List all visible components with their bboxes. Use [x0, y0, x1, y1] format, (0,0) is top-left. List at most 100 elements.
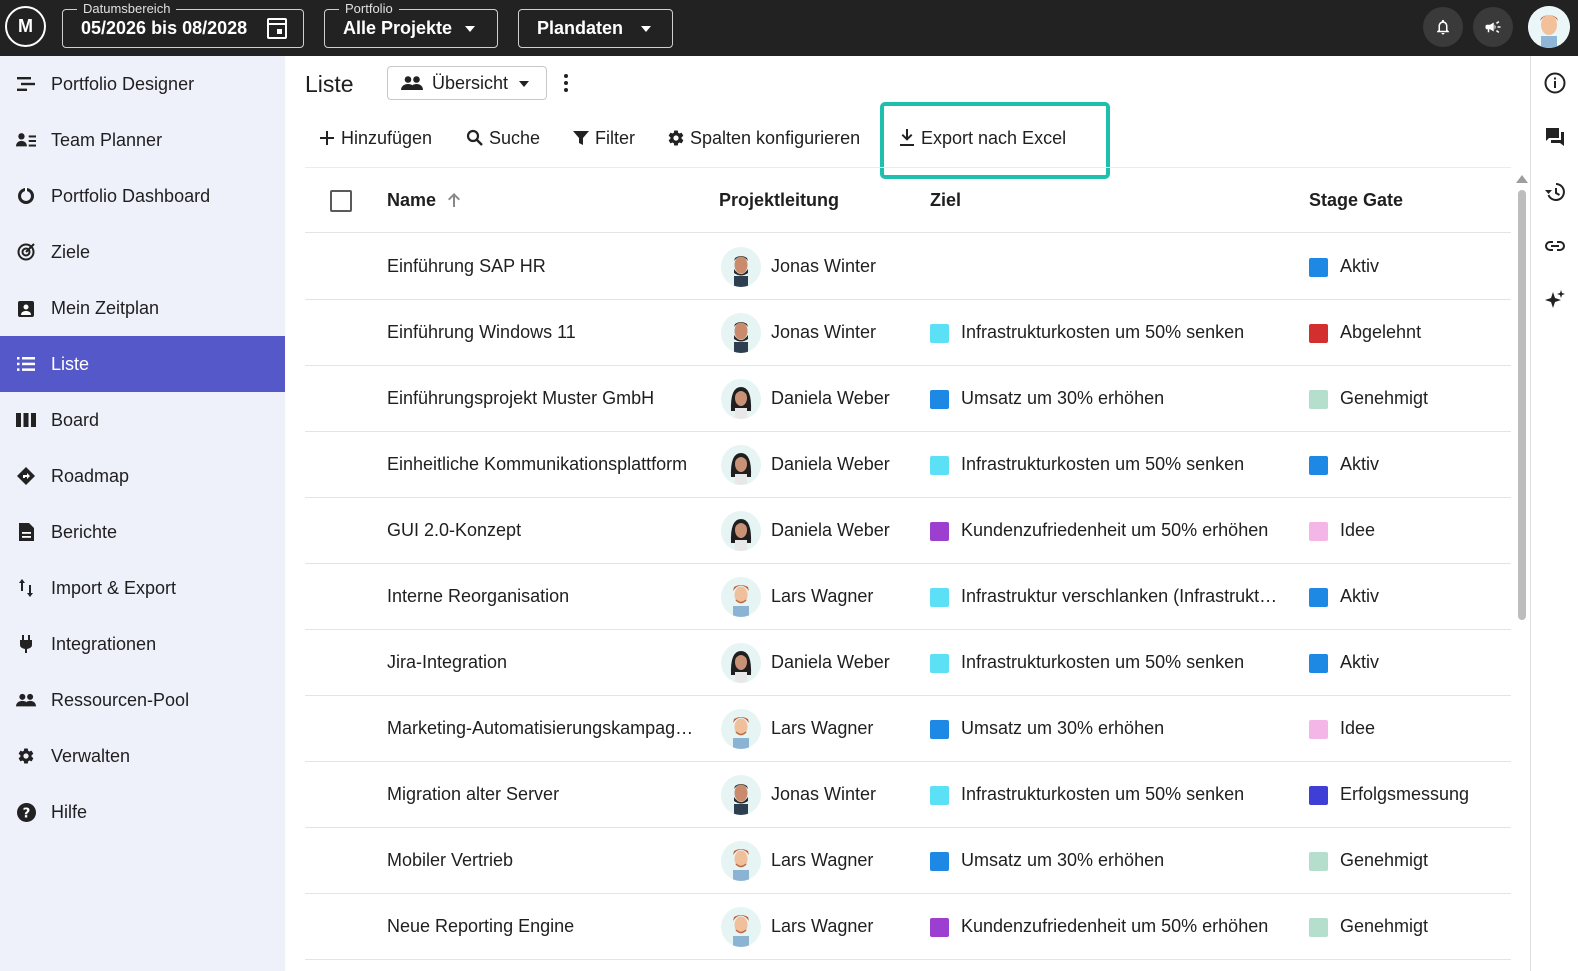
sidebar-item-liste[interactable]: Liste	[0, 336, 285, 392]
link-icon[interactable]	[1543, 234, 1567, 258]
sidebar-item-hilfe[interactable]: ? Hilfe	[0, 784, 285, 840]
view-selector[interactable]: Übersicht	[387, 66, 547, 100]
scroll-up-arrow[interactable]	[1516, 175, 1528, 183]
select-all-checkbox[interactable]	[330, 190, 352, 212]
announcements-button[interactable]	[1473, 7, 1513, 47]
project-name[interactable]: Jira-Integration	[387, 652, 507, 673]
goal-color-swatch	[930, 852, 949, 871]
megaphone-icon	[1485, 21, 1501, 33]
goal-color-swatch	[930, 918, 949, 937]
project-name[interactable]: Migration alter Server	[387, 784, 559, 805]
project-name[interactable]: Neue Reporting Engine	[387, 916, 574, 937]
info-icon[interactable]	[1543, 71, 1567, 95]
sidebar-item-portfolio-dashboard[interactable]: Portfolio Dashboard	[0, 168, 285, 224]
sparkle-icon[interactable]	[1543, 288, 1567, 312]
scrollbar-thumb[interactable]	[1518, 190, 1526, 620]
table-row[interactable]: GUI 2.0-Konzept Daniela Weber Kundenzufrie…	[305, 498, 1511, 564]
dataset-selector[interactable]: Plandaten	[518, 9, 673, 48]
notifications-button[interactable]	[1423, 7, 1463, 47]
table-row[interactable]: Migration alter Server Jonas Winter Infras…	[305, 762, 1511, 828]
sidebar-item-berichte[interactable]: Berichte	[0, 504, 285, 560]
user-avatar[interactable]	[1528, 6, 1570, 48]
gear-icon	[16, 746, 36, 766]
column-header-lead[interactable]: Projektleitung	[719, 190, 839, 211]
schedule-icon	[16, 298, 36, 318]
stage-color-swatch	[1309, 852, 1328, 871]
table-row[interactable]: Einheitliche Kommunikationsplattform Dani…	[305, 432, 1511, 498]
comments-icon[interactable]	[1543, 125, 1567, 149]
goal-color-swatch	[930, 588, 949, 607]
right-toolbar	[1530, 56, 1578, 971]
column-header-stage[interactable]: Stage Gate	[1309, 190, 1403, 211]
project-goal: Kundenzufriedenheit um 50% erhöhen	[961, 520, 1269, 540]
sidebar-item-board[interactable]: Board	[0, 392, 285, 448]
sidebar-item-label: Team Planner	[51, 129, 163, 150]
stage-color-swatch	[1309, 918, 1328, 937]
import-export-icon	[16, 578, 36, 598]
project-name[interactable]: Mobiler Vertrieb	[387, 850, 513, 871]
column-header-goal[interactable]: Ziel	[930, 190, 961, 211]
main-content: Liste Übersicht Hinzufügen Suche Filter …	[285, 56, 1530, 971]
project-name[interactable]: GUI 2.0-Konzept	[387, 520, 521, 541]
sidebar-item-ressourcen-pool[interactable]: Ressourcen-Pool	[0, 672, 285, 728]
project-name[interactable]: Marketing-Automatisierungskampag…	[387, 718, 693, 739]
project-name[interactable]: Einführung SAP HR	[387, 256, 546, 277]
history-icon[interactable]	[1543, 180, 1567, 204]
project-name[interactable]: Einheitliche Kommunikationsplattform	[387, 454, 687, 475]
sort-ascending-icon[interactable]	[447, 192, 461, 208]
project-lead-name: Jonas Winter	[771, 256, 877, 276]
sidebar-item-import-export[interactable]: Import & Export	[0, 560, 285, 616]
sidebar-item-team-planner[interactable]: Team Planner	[0, 112, 285, 168]
column-header-name[interactable]: Name	[387, 190, 461, 211]
sidebar-item-label: Board	[51, 409, 100, 430]
people-icon	[16, 690, 36, 710]
table-row[interactable]: Marketing-Automatisierungskampag… Lars Wa…	[305, 696, 1511, 762]
table-row[interactable]: Mobiler Vertrieb Lars Wagner Umsatz um 30%…	[305, 828, 1511, 894]
project-lead-name: Daniela Weber	[771, 454, 890, 474]
sidebar-item-ziele[interactable]: Ziele	[0, 224, 285, 280]
project-name[interactable]: Einführung Windows 11	[387, 322, 576, 343]
sidebar-item-integrationen[interactable]: Integrationen	[0, 616, 285, 672]
top-bar: M Datumsbereich 05/2026 bis 08/2028 Port…	[0, 0, 1578, 56]
search-button[interactable]: Suche	[465, 124, 540, 152]
table-row[interactable]: Jira-Integration Daniela Weber Infrastrukt…	[305, 630, 1511, 696]
sidebar-item-portfolio-designer[interactable]: Portfolio Designer	[0, 56, 285, 112]
search-icon	[465, 128, 485, 148]
table-row[interactable]: Neue Reporting Engine Lars Wagner Kundenzu…	[305, 894, 1511, 960]
table-row[interactable]: Einführung Windows 11 Jonas Winter Infrast…	[305, 300, 1511, 366]
svg-text:?: ?	[22, 806, 30, 821]
table-row[interactable]: Einführung SAP HR Jonas Winter Aktiv	[305, 234, 1511, 300]
project-name[interactable]: Einführungsprojekt Muster GmbH	[387, 388, 654, 409]
stage-gate-value: Aktiv	[1340, 454, 1380, 474]
team-icon	[16, 130, 36, 150]
date-range-selector[interactable]: Datumsbereich 05/2026 bis 08/2028	[62, 1, 304, 48]
project-lead-name: Daniela Weber	[771, 652, 890, 672]
filter-button[interactable]: Filter	[571, 124, 635, 152]
more-options-button[interactable]	[561, 72, 571, 94]
add-button[interactable]: Hinzufügen	[317, 124, 432, 152]
table-header: Name Projektleitung Ziel Stage Gate	[305, 167, 1511, 233]
vertical-scrollbar[interactable]	[1515, 173, 1529, 971]
project-lead-name: Lars Wagner	[771, 718, 874, 738]
plug-icon	[16, 634, 36, 654]
portfolio-selector[interactable]: Portfolio Alle Projekte	[324, 1, 498, 48]
sidebar-item-label: Verwalten	[51, 745, 131, 766]
project-lead-avatar	[721, 511, 761, 551]
chevron-down-icon	[465, 26, 475, 32]
configure-columns-label: Spalten konfigurieren	[690, 127, 861, 148]
view-selector-label: Übersicht	[432, 73, 509, 93]
sidebar-item-verwalten[interactable]: Verwalten	[0, 728, 285, 784]
table-row[interactable]: Interne Reorganisation Lars Wagner Infrast…	[305, 564, 1511, 630]
sidebar-item-roadmap[interactable]: Roadmap	[0, 448, 285, 504]
project-goal: Infrastruktur verschlanken (Infrastrukt…	[961, 586, 1278, 606]
calendar-icon[interactable]	[267, 18, 287, 39]
app-logo[interactable]: M	[5, 6, 46, 47]
table-row[interactable]: Einführungsprojekt Muster GmbH Daniela We…	[305, 366, 1511, 432]
designer-icon	[16, 74, 36, 94]
configure-columns-button[interactable]: Spalten konfigurieren	[666, 124, 860, 152]
sidebar-item-mein-zeitplan[interactable]: Mein Zeitplan	[0, 280, 285, 336]
project-name[interactable]: Interne Reorganisation	[387, 586, 569, 607]
project-lead-avatar	[721, 775, 761, 815]
board-icon	[16, 410, 36, 430]
plus-icon	[317, 128, 337, 148]
